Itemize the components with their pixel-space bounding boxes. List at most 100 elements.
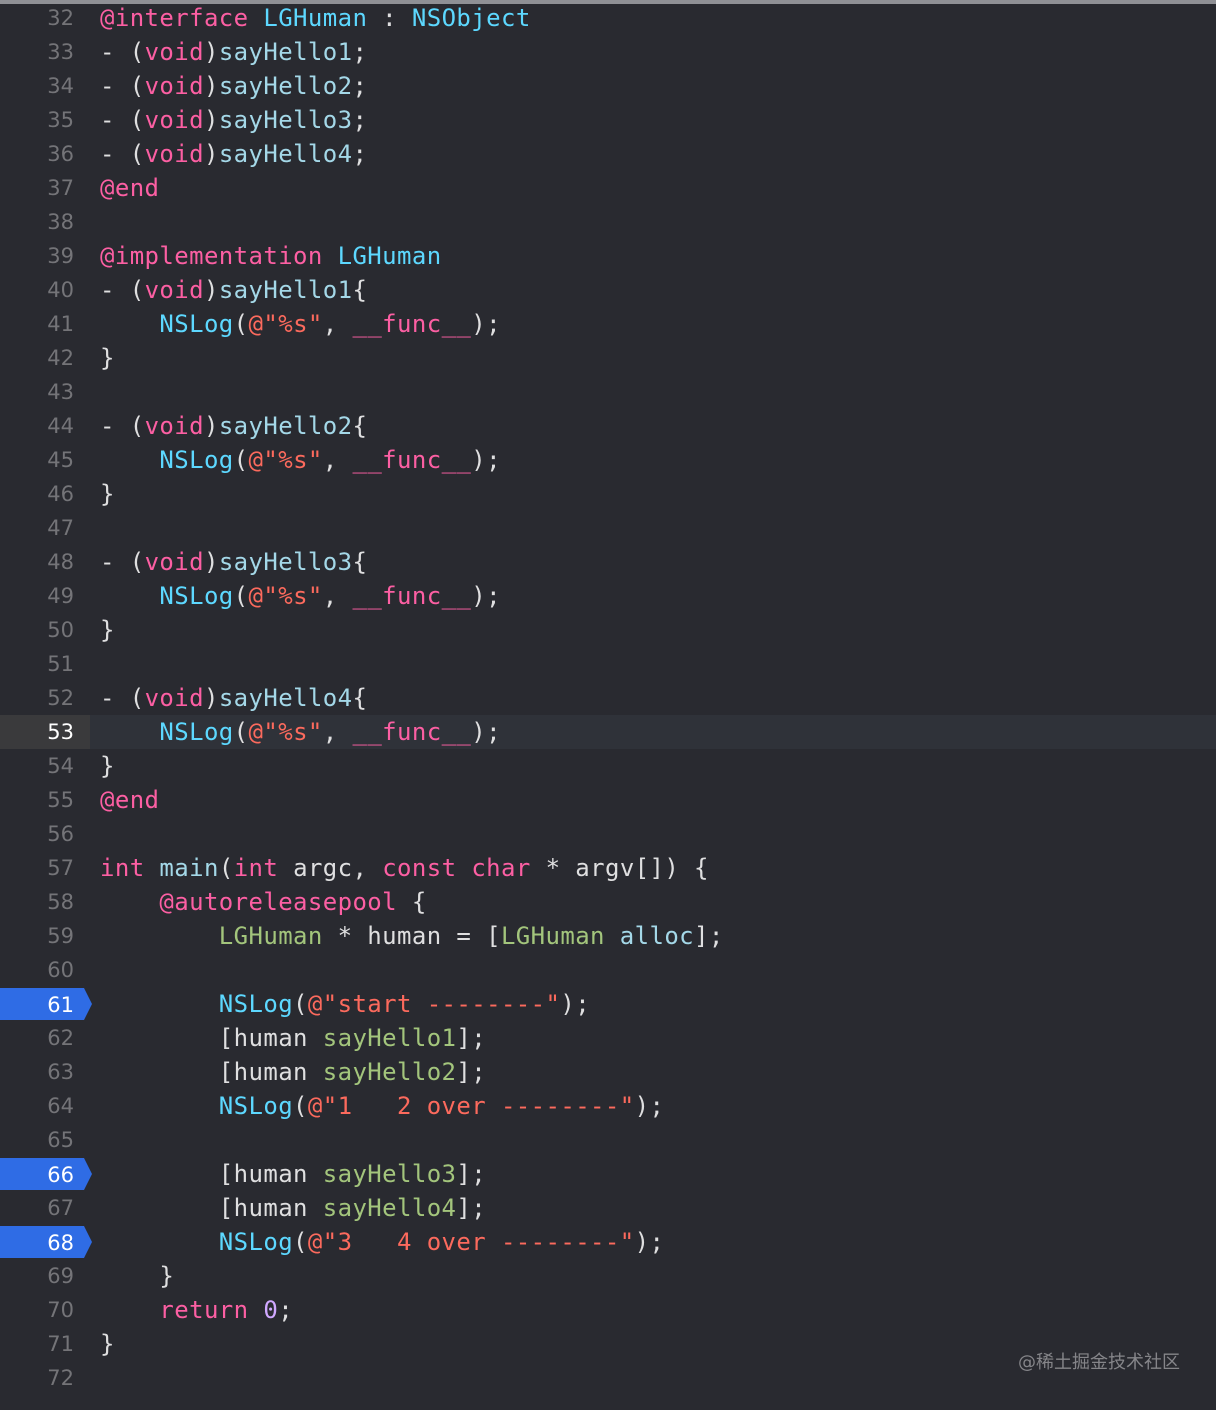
line-code[interactable]: } xyxy=(100,341,115,375)
code-line[interactable]: 41 NSLog(@"%s", __func__); xyxy=(0,307,1216,341)
code-line[interactable]: 55 @end xyxy=(0,783,1216,817)
line-code[interactable]: - (void)sayHello3{ xyxy=(100,545,367,579)
line-code[interactable]: - (void)sayHello2{ xyxy=(100,409,367,443)
line-code[interactable]: } xyxy=(100,749,115,783)
line-gutter[interactable]: 64 xyxy=(0,1089,90,1123)
line-code[interactable]: } xyxy=(100,613,115,647)
line-gutter[interactable]: 41 xyxy=(0,307,90,341)
line-code[interactable]: } xyxy=(100,477,115,511)
code-line[interactable]: 37 @end xyxy=(0,171,1216,205)
line-code[interactable]: NSLog(@"%s", __func__); xyxy=(100,443,501,477)
code-line[interactable]: 57 int main(int argc, const char * argv[]… xyxy=(0,851,1216,885)
code-line[interactable]: 32 @interface LGHuman : NSObject xyxy=(0,1,1216,35)
line-gutter[interactable]: 43 xyxy=(0,375,90,409)
line-code[interactable]: LGHuman * human = [LGHuman alloc]; xyxy=(100,919,724,953)
line-code[interactable]: - (void)sayHello4; xyxy=(100,137,367,171)
code-line[interactable]: 44 - (void)sayHello2{ xyxy=(0,409,1216,443)
code-line[interactable]: 69 } xyxy=(0,1259,1216,1293)
line-gutter[interactable]: 66 xyxy=(0,1157,92,1191)
code-line[interactable]: 61 NSLog(@"start --------"); xyxy=(0,987,1216,1021)
line-gutter[interactable]: 61 xyxy=(0,987,92,1021)
code-line[interactable]: 59 LGHuman * human = [LGHuman alloc]; xyxy=(0,919,1216,953)
line-code[interactable]: [human sayHello2]; xyxy=(100,1055,486,1089)
code-line[interactable]: 50} xyxy=(0,613,1216,647)
line-gutter[interactable]: 37 xyxy=(0,171,90,205)
line-code[interactable]: NSLog(@"start --------"); xyxy=(100,987,590,1021)
code-line[interactable]: 38 xyxy=(0,205,1216,239)
code-line[interactable]: 34 - (void)sayHello2; xyxy=(0,69,1216,103)
code-line[interactable]: 45 NSLog(@"%s", __func__); xyxy=(0,443,1216,477)
code-line[interactable]: 64 NSLog(@"1 2 over --------"); xyxy=(0,1089,1216,1123)
code-line[interactable]: 63 [human sayHello2]; xyxy=(0,1055,1216,1089)
line-gutter[interactable]: 38 xyxy=(0,205,90,239)
code-line[interactable]: 33 - (void)sayHello1; xyxy=(0,35,1216,69)
line-gutter[interactable]: 70 xyxy=(0,1293,90,1327)
line-code[interactable]: [human sayHello4]; xyxy=(100,1191,486,1225)
line-gutter[interactable]: 44 xyxy=(0,409,90,443)
code-line[interactable]: 42} xyxy=(0,341,1216,375)
line-gutter[interactable]: 48 xyxy=(0,545,90,579)
line-code[interactable]: @interface LGHuman : NSObject xyxy=(100,1,531,35)
line-code[interactable]: NSLog(@"%s", __func__); xyxy=(100,579,501,613)
line-gutter[interactable]: 68 xyxy=(0,1225,92,1259)
line-code[interactable]: int main(int argc, const char * argv[]) … xyxy=(100,851,709,885)
line-code[interactable]: NSLog(@"1 2 over --------"); xyxy=(100,1089,664,1123)
code-line[interactable]: 52 - (void)sayHello4{ xyxy=(0,681,1216,715)
line-gutter[interactable]: 56 xyxy=(0,817,90,851)
line-code[interactable]: } xyxy=(100,1259,174,1293)
code-line[interactable]: 56 xyxy=(0,817,1216,851)
code-line[interactable]: 68 NSLog(@"3 4 over --------"); xyxy=(0,1225,1216,1259)
line-gutter[interactable]: 39 xyxy=(0,239,90,273)
code-line[interactable]: 53 NSLog(@"%s", __func__); xyxy=(0,715,1216,749)
code-line[interactable]: 60 xyxy=(0,953,1216,987)
breakpoint-marker[interactable]: 66 xyxy=(0,1158,92,1190)
code-line[interactable]: 70 return 0; xyxy=(0,1293,1216,1327)
line-code[interactable]: NSLog(@"%s", __func__); xyxy=(100,307,501,341)
breakpoint-marker[interactable]: 68 xyxy=(0,1226,92,1258)
code-line[interactable]: 67 [human sayHello4]; xyxy=(0,1191,1216,1225)
line-code[interactable]: - (void)sayHello3; xyxy=(100,103,367,137)
line-code[interactable]: @implementation LGHuman xyxy=(100,239,442,273)
line-gutter[interactable]: 72 xyxy=(0,1361,90,1395)
code-line[interactable]: 49 NSLog(@"%s", __func__); xyxy=(0,579,1216,613)
line-gutter[interactable]: 34 xyxy=(0,69,90,103)
line-gutter[interactable]: 51 xyxy=(0,647,90,681)
code-line[interactable]: 51 xyxy=(0,647,1216,681)
line-code[interactable]: @autoreleasepool { xyxy=(100,885,427,919)
code-line[interactable]: 47 xyxy=(0,511,1216,545)
line-gutter[interactable]: 55 xyxy=(0,783,90,817)
line-gutter[interactable]: 42 xyxy=(0,341,90,375)
line-gutter[interactable]: 50 xyxy=(0,613,90,647)
line-gutter[interactable]: 71 xyxy=(0,1327,90,1361)
line-gutter[interactable]: 32 xyxy=(0,1,90,35)
code-line[interactable]: 62 [human sayHello1]; xyxy=(0,1021,1216,1055)
code-line[interactable]: 39 @implementation LGHuman xyxy=(0,239,1216,273)
code-line[interactable]: 43 xyxy=(0,375,1216,409)
line-gutter[interactable]: 65 xyxy=(0,1123,90,1157)
line-gutter[interactable]: 69 xyxy=(0,1259,90,1293)
line-gutter[interactable]: 54 xyxy=(0,749,90,783)
line-code[interactable]: } xyxy=(100,1327,115,1361)
line-gutter[interactable]: 57 xyxy=(0,851,90,885)
line-code[interactable]: return 0; xyxy=(100,1293,293,1327)
line-code[interactable]: @end xyxy=(100,783,159,817)
line-gutter[interactable]: 36 xyxy=(0,137,90,171)
line-gutter[interactable]: 46 xyxy=(0,477,90,511)
line-gutter[interactable]: 63 xyxy=(0,1055,90,1089)
code-line[interactable]: 36 - (void)sayHello4; xyxy=(0,137,1216,171)
line-gutter[interactable]: 47 xyxy=(0,511,90,545)
line-code[interactable]: - (void)sayHello2; xyxy=(100,69,367,103)
line-code[interactable]: @end xyxy=(100,171,159,205)
line-gutter[interactable]: 49 xyxy=(0,579,90,613)
line-gutter[interactable]: 67 xyxy=(0,1191,90,1225)
line-gutter[interactable]: 62 xyxy=(0,1021,90,1055)
code-line[interactable]: 65 xyxy=(0,1123,1216,1157)
line-gutter[interactable]: 52 xyxy=(0,681,90,715)
line-gutter[interactable]: 35 xyxy=(0,103,90,137)
code-line[interactable]: 54} xyxy=(0,749,1216,783)
code-line[interactable]: 46} xyxy=(0,477,1216,511)
line-code[interactable]: [human sayHello3]; xyxy=(100,1157,486,1191)
line-gutter[interactable]: 40 xyxy=(0,273,90,307)
code-line[interactable]: 35 - (void)sayHello3; xyxy=(0,103,1216,137)
line-gutter[interactable]: 58 xyxy=(0,885,90,919)
